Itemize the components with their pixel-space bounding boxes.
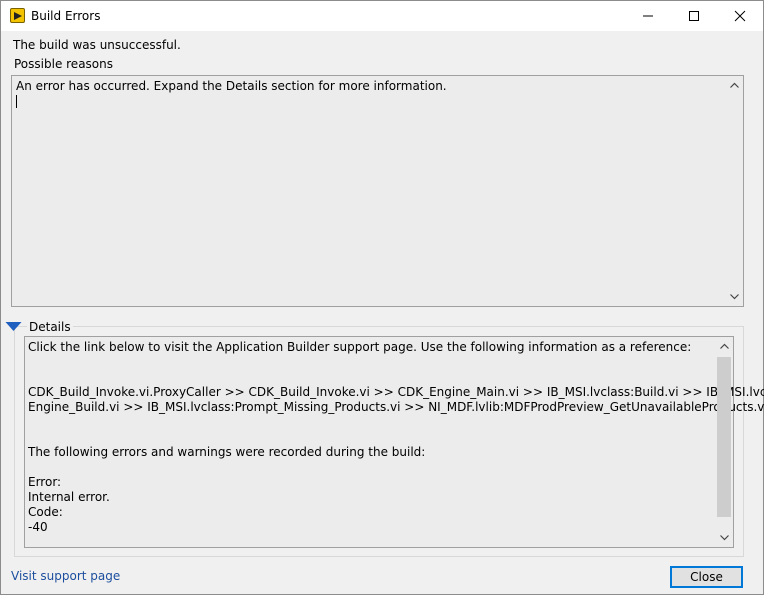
details-line: -40 (28, 520, 48, 534)
scroll-down-icon[interactable] (720, 535, 729, 541)
details-line: CDK_Build_Invoke.vi.ProxyCaller >> CDK_B… (28, 385, 764, 399)
reasons-scrollbar[interactable] (726, 76, 743, 306)
visit-support-page-link[interactable]: Visit support page (11, 569, 120, 583)
maximize-button[interactable] (671, 1, 717, 31)
reasons-text: An error has occurred. Expand the Detail… (16, 79, 447, 93)
details-line (28, 370, 713, 385)
details-line: The following errors and warnings were r… (28, 445, 426, 459)
possible-reasons-label: Possible reasons (14, 57, 113, 71)
details-expand-toggle[interactable] (5, 321, 23, 333)
details-line: Internal error. (28, 490, 110, 504)
minimize-button[interactable] (625, 1, 671, 31)
close-window-button[interactable] (717, 1, 763, 31)
details-textbox[interactable]: Click the link below to visit the Applic… (24, 336, 764, 548)
title-bar[interactable]: Build Errors (1, 1, 763, 31)
minimize-icon (643, 15, 653, 17)
details-scrollbar[interactable] (716, 337, 733, 547)
window-title: Build Errors (31, 9, 101, 23)
triangle-down-icon[interactable] (5, 321, 23, 333)
scroll-up-icon[interactable] (730, 82, 739, 88)
details-line (28, 355, 713, 370)
details-line: Error: (28, 475, 62, 489)
maximize-icon (689, 11, 699, 21)
status-text: The build was unsuccessful. (13, 38, 181, 52)
labview-run-icon (10, 8, 25, 23)
details-line: Engine_Build.vi >> IB_MSI.lvclass:Prompt… (28, 400, 764, 414)
details-line (28, 415, 713, 430)
details-line: Code: (28, 505, 63, 519)
close-icon (734, 10, 746, 22)
reasons-textbox[interactable]: An error has occurred. Expand the Detail… (11, 75, 744, 307)
details-line (28, 460, 713, 475)
details-line (28, 430, 713, 445)
scroll-down-icon[interactable] (730, 294, 739, 300)
scroll-up-icon[interactable] (720, 343, 729, 349)
details-line: Click the link below to visit the Applic… (28, 340, 692, 354)
details-text: Click the link below to visit the Applic… (28, 340, 764, 535)
scroll-thumb[interactable] (717, 357, 731, 517)
details-label: Details (27, 320, 73, 334)
close-button[interactable]: Close (670, 566, 743, 588)
text-caret (16, 95, 17, 108)
build-errors-window: Build Errors The build was unsuccessful.… (0, 0, 764, 595)
